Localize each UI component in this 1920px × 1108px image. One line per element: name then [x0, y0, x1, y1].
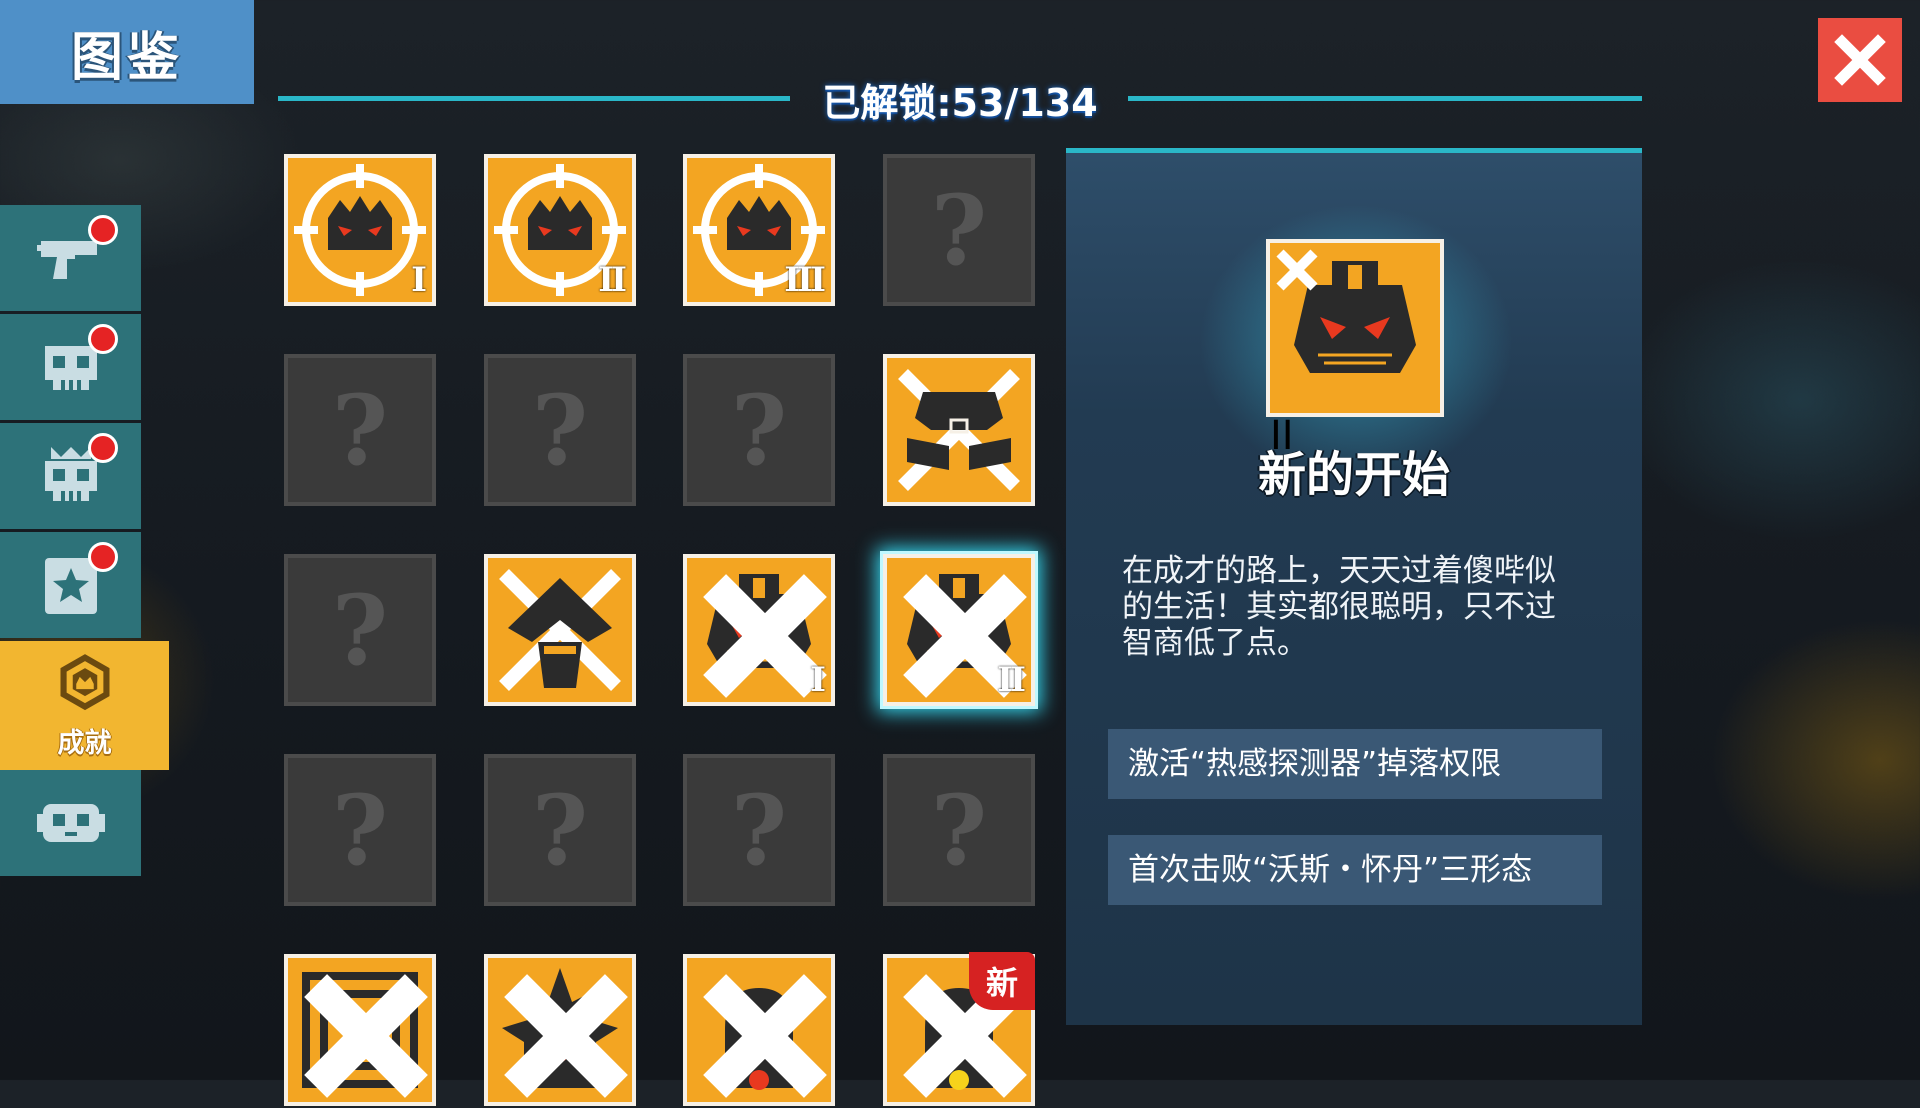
tier-label: II — [598, 260, 627, 300]
question-mark-icon: ? — [730, 373, 788, 487]
collection-tile[interactable] — [883, 354, 1035, 506]
achievement-title: 新的开始 — [1257, 447, 1450, 503]
collection-tile[interactable] — [284, 954, 436, 1106]
notification-dot — [88, 542, 118, 572]
achievement-emblem-icon — [60, 654, 109, 711]
collection-tile[interactable] — [484, 554, 636, 706]
collection-tile-locked[interactable]: ? — [683, 354, 835, 506]
collection-tile[interactable] — [683, 954, 835, 1106]
sidebar-item-weapons[interactable] — [0, 205, 141, 311]
collection-tile[interactable] — [484, 954, 636, 1106]
close-icon — [1834, 34, 1886, 86]
question-mark-icon: ? — [730, 773, 788, 887]
collection-tile-locked[interactable]: ? — [683, 754, 835, 906]
header-divider-left — [278, 96, 790, 101]
question-mark-icon: ? — [331, 773, 389, 887]
sidebar-item-monsters[interactable] — [0, 314, 141, 420]
collection-tile[interactable]: I — [284, 154, 436, 306]
header-divider-right — [1128, 96, 1642, 101]
tier-label: II — [997, 660, 1026, 700]
unlock-condition: 激活“热感探测器”掉落权限 — [1108, 729, 1602, 799]
question-mark-icon: ? — [930, 773, 988, 887]
collection-tile-locked[interactable]: ? — [284, 754, 436, 906]
mask-icon — [36, 804, 105, 842]
collection-tile-locked[interactable]: ? — [484, 354, 636, 506]
question-mark-icon: ? — [331, 373, 389, 487]
robot-head-icon — [1276, 249, 1416, 373]
crossed-helmet-icon — [898, 369, 1020, 491]
sidebar-item-bosses[interactable] — [0, 423, 141, 529]
close-button[interactable] — [1818, 18, 1902, 102]
collection-title: 图鉴 — [70, 27, 183, 88]
defeated-x-icon — [504, 974, 628, 1098]
sidebar-item-characters[interactable] — [0, 770, 141, 876]
question-mark-icon: ? — [531, 373, 589, 487]
collection-tile[interactable]: III — [683, 154, 835, 306]
unlock-progress: 已解锁:53/134 — [822, 81, 1098, 125]
collection-tile[interactable]: II — [484, 154, 636, 306]
collection-tile-locked[interactable]: ? — [484, 754, 636, 906]
notification-dot — [88, 324, 118, 354]
notification-dot — [88, 215, 118, 245]
question-mark-icon: ? — [930, 173, 988, 287]
achievement-description: 在成才的路上，天天过着傻哔似的生活！其实都很聪明，只不过智商低了点。 — [1122, 553, 1556, 661]
defeated-x-icon — [703, 974, 827, 1098]
question-mark-icon: ? — [331, 573, 389, 687]
collection-tile[interactable]: 新 — [883, 952, 1035, 1106]
collection-tile-locked[interactable]: ? — [883, 754, 1035, 906]
collection-tile-locked[interactable]: ? — [883, 154, 1035, 306]
unlock-condition: 首次击败“沃斯・怀丹”三形态 — [1108, 835, 1602, 905]
collection-title-tab: 图鉴 — [0, 0, 254, 104]
sidebar-item-items[interactable] — [0, 532, 141, 638]
collection-tile[interactable]: I — [683, 554, 835, 706]
crossed-hooded-figure-icon — [499, 569, 621, 691]
sidebar-item-label: 成就 — [57, 728, 112, 759]
detail-icon-frame: II — [1266, 239, 1444, 459]
defeated-x-icon — [304, 974, 428, 1098]
new-badge: 新 — [969, 952, 1035, 1010]
collection-tile-locked[interactable]: ? — [284, 554, 436, 706]
sidebar-item-achievements[interactable]: 成就 — [0, 641, 169, 770]
collection-tile-selected[interactable]: II — [883, 554, 1035, 706]
notification-dot — [88, 433, 118, 463]
tier-label: I — [810, 660, 826, 700]
tier-label: III — [784, 260, 826, 300]
tier-label: I — [411, 260, 427, 300]
question-mark-icon: ? — [531, 773, 589, 887]
collection-tile-locked[interactable]: ? — [284, 354, 436, 506]
detail-panel: II 新的开始 在成才的路上，天天过着傻哔似的生活！其实都很聪明，只不过智商低了… — [1066, 148, 1642, 1025]
